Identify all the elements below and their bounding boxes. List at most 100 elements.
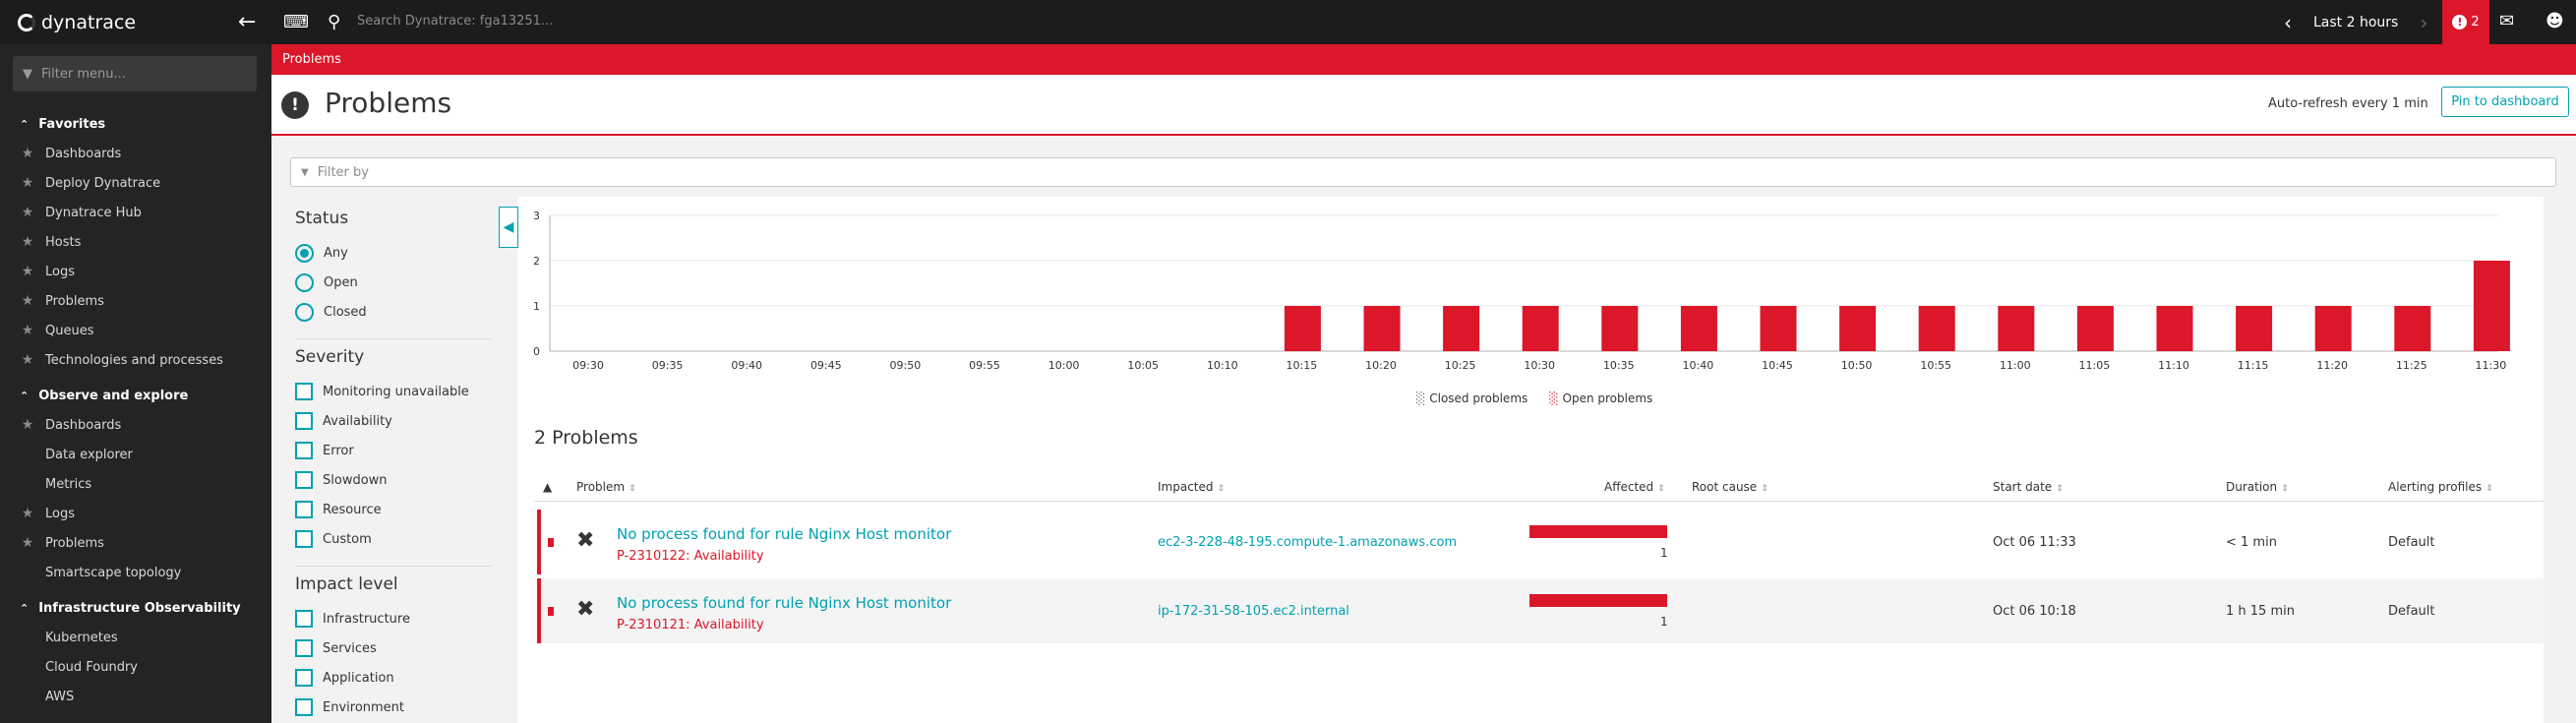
impact-checkbox-environment[interactable]: Environment bbox=[295, 693, 498, 722]
checkbox[interactable] bbox=[295, 530, 313, 548]
column-header-root-cause[interactable]: Root cause ⇕ bbox=[1692, 480, 1768, 494]
filter-by-input[interactable]: ▼ Filter by bbox=[290, 157, 2556, 187]
legend-closed-problems[interactable]: ░ Closed problems bbox=[1416, 392, 1528, 405]
checkbox[interactable] bbox=[295, 383, 313, 400]
severity-checkbox-error[interactable]: Error bbox=[295, 436, 498, 465]
sidebar-section-header[interactable]: ⌃ Infrastructure Observability bbox=[0, 593, 271, 623]
chart-bar-open[interactable] bbox=[1998, 306, 2035, 351]
legend-open-problems[interactable]: ░ Open problems bbox=[1549, 392, 1652, 405]
checkbox[interactable] bbox=[295, 501, 313, 518]
column-header-affected[interactable]: Affected ⇕ bbox=[1604, 480, 1665, 494]
chart-bar-open[interactable] bbox=[1601, 306, 1639, 351]
star-icon[interactable]: ★ bbox=[20, 234, 35, 250]
radio-button[interactable] bbox=[295, 243, 314, 263]
star-icon[interactable]: ★ bbox=[20, 352, 35, 368]
chart-bar-open[interactable] bbox=[2394, 306, 2431, 351]
impacted-entity-link[interactable]: ip-172-31-58-105.ec2.internal bbox=[1158, 604, 1349, 619]
star-icon[interactable]: ★ bbox=[20, 146, 35, 161]
search-input[interactable]: Search Dynatrace: fga13251... bbox=[357, 14, 553, 29]
pin-to-dashboard-button[interactable]: Pin to dashboard bbox=[2441, 87, 2569, 117]
star-icon[interactable]: ★ bbox=[20, 205, 35, 220]
sidebar-item-dynatrace-hub[interactable]: ★ Dynatrace Hub bbox=[0, 198, 271, 227]
filter-menu-input[interactable]: ▼ Filter menu... bbox=[13, 56, 257, 91]
chart-bar-open[interactable] bbox=[2473, 261, 2510, 351]
radio-button[interactable] bbox=[295, 302, 314, 322]
impact-checkbox-infrastructure[interactable]: Infrastructure bbox=[295, 604, 498, 633]
chart-bar-open[interactable] bbox=[2076, 306, 2114, 351]
checkbox[interactable] bbox=[295, 639, 313, 657]
impacted-entity-link[interactable]: ec2-3-228-48-195.compute-1.amazonaws.com bbox=[1158, 535, 1457, 550]
sidebar-item-metrics[interactable]: Metrics bbox=[0, 469, 271, 499]
sidebar-item-logs[interactable]: ★ Logs bbox=[0, 257, 271, 286]
sidebar-item-problems[interactable]: ★ Problems bbox=[0, 286, 271, 316]
status-radio-any[interactable]: Any bbox=[295, 238, 498, 268]
checkbox[interactable] bbox=[295, 610, 313, 628]
user-profile-icon[interactable]: ☻ bbox=[2546, 10, 2564, 32]
timeframe-forward-icon[interactable]: › bbox=[2420, 11, 2427, 34]
checkbox[interactable] bbox=[295, 471, 313, 489]
checkbox[interactable] bbox=[295, 412, 313, 430]
sidebar-item-deploy-dynatrace[interactable]: ★ Deploy Dynatrace bbox=[0, 168, 271, 198]
sidebar-item-hosts[interactable]: ★ Hosts bbox=[0, 227, 271, 257]
column-header-problem[interactable]: Problem ⇕ bbox=[576, 480, 636, 494]
chat-feedback-icon[interactable]: ✉ bbox=[2499, 10, 2514, 32]
star-icon[interactable]: ★ bbox=[20, 417, 35, 433]
chart-bar-open[interactable] bbox=[1443, 306, 1480, 351]
timeframe-label[interactable]: Last 2 hours bbox=[2313, 15, 2398, 30]
expand-all-icon[interactable]: ▲ bbox=[543, 480, 552, 494]
column-header-impacted[interactable]: Impacted ⇕ bbox=[1158, 480, 1225, 494]
sidebar-section-header[interactable]: ⌃ Observe and explore bbox=[0, 381, 271, 410]
search-icon[interactable]: ⚲ bbox=[328, 11, 340, 33]
severity-checkbox-monitoring-unavailable[interactable]: Monitoring unavailable bbox=[295, 377, 498, 406]
chart-bar-open[interactable] bbox=[1522, 306, 1559, 351]
chart-bar-open[interactable] bbox=[1363, 306, 1401, 351]
checkbox[interactable] bbox=[295, 669, 313, 687]
checkbox[interactable] bbox=[295, 698, 313, 716]
sidebar-item-logs[interactable]: ★ Logs bbox=[0, 499, 271, 528]
sidebar-item-queues[interactable]: ★ Queues bbox=[0, 316, 271, 345]
radio-button[interactable] bbox=[295, 272, 314, 292]
severity-checkbox-slowdown[interactable]: Slowdown bbox=[295, 465, 498, 495]
chart-bar-open[interactable] bbox=[1839, 306, 1877, 351]
sidebar-item-smartscape-topology[interactable]: Smartscape topology bbox=[0, 558, 271, 587]
sidebar-item-aws[interactable]: AWS bbox=[0, 682, 271, 711]
chart-bar-open[interactable] bbox=[2314, 306, 2352, 351]
status-radio-closed[interactable]: Closed bbox=[295, 297, 498, 327]
problem-title-link[interactable]: No process found for rule Nginx Host mon… bbox=[617, 594, 951, 612]
keyboard-shortcuts-icon[interactable]: ⌨ bbox=[283, 11, 309, 33]
collapse-filters-toggle-icon[interactable]: ◀ bbox=[499, 207, 518, 248]
column-header-duration[interactable]: Duration ⇕ bbox=[2226, 480, 2289, 494]
checkbox[interactable] bbox=[295, 442, 313, 459]
star-icon[interactable]: ★ bbox=[20, 535, 35, 551]
sidebar-item-cloud-foundry[interactable]: Cloud Foundry bbox=[0, 652, 271, 682]
problem-title-link[interactable]: No process found for rule Nginx Host mon… bbox=[617, 525, 951, 543]
breadcrumb-problems[interactable]: Problems bbox=[282, 52, 341, 67]
collapse-menu-arrow-icon[interactable]: ← bbox=[238, 10, 256, 34]
sidebar-section-header[interactable]: ⌃ Favorites bbox=[0, 109, 271, 139]
sidebar-item-dashboards[interactable]: ★ Dashboards bbox=[0, 410, 271, 440]
problems-notification-button[interactable]: ! 2 bbox=[2442, 0, 2489, 44]
severity-checkbox-availability[interactable]: Availability bbox=[295, 406, 498, 436]
column-header-alerting-profiles[interactable]: Alerting profiles ⇕ bbox=[2388, 480, 2493, 494]
status-radio-open[interactable]: Open bbox=[295, 268, 498, 297]
star-icon[interactable]: ★ bbox=[20, 293, 35, 309]
star-icon[interactable]: ★ bbox=[20, 506, 35, 521]
chart-bar-open[interactable] bbox=[1284, 306, 1321, 351]
sidebar-item-problems[interactable]: ★ Problems bbox=[0, 528, 271, 558]
star-icon[interactable]: ★ bbox=[20, 175, 35, 191]
sidebar-item-technologies-and-processes[interactable]: ★ Technologies and processes bbox=[0, 345, 271, 375]
star-icon[interactable]: ★ bbox=[20, 264, 35, 279]
timeframe-selector[interactable]: ‹ Last 2 hours › bbox=[2262, 0, 2449, 44]
timeframe-back-icon[interactable]: ‹ bbox=[2284, 11, 2292, 34]
chart-bar-open[interactable] bbox=[1918, 306, 1955, 351]
chart-bar-open[interactable] bbox=[2156, 306, 2193, 351]
severity-checkbox-resource[interactable]: Resource bbox=[295, 495, 498, 524]
table-row[interactable]: ✖ No process found for rule Nginx Host mo… bbox=[537, 510, 2544, 574]
impact-checkbox-services[interactable]: Services bbox=[295, 633, 498, 663]
chart-bar-open[interactable] bbox=[1680, 306, 1717, 351]
star-icon[interactable]: ★ bbox=[20, 323, 35, 338]
dynatrace-logo[interactable]: dynatrace bbox=[18, 10, 136, 34]
sidebar-item-data-explorer[interactable]: Data explorer bbox=[0, 440, 271, 469]
sidebar-item-kubernetes[interactable]: Kubernetes bbox=[0, 623, 271, 652]
table-row[interactable]: ✖ No process found for rule Nginx Host mo… bbox=[537, 578, 2544, 643]
